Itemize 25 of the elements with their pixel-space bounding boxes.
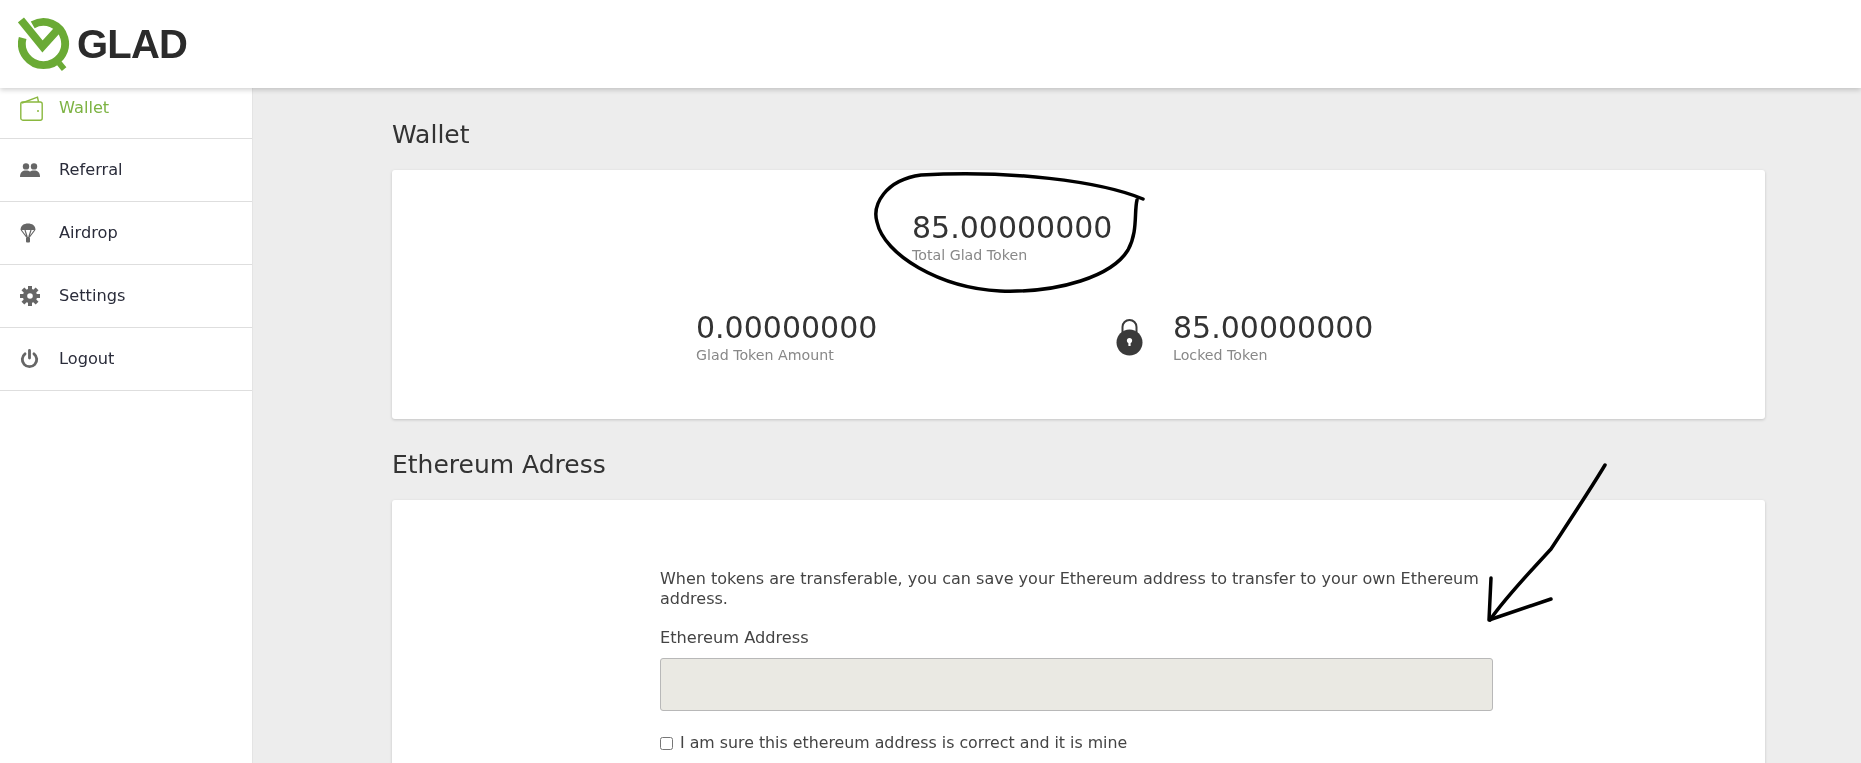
parachute-icon: [20, 223, 36, 243]
token-amount: 85.00000000: [1173, 310, 1374, 346]
confirm-label: I am sure this ethereum address is correct and it is mine: [680, 733, 1128, 753]
token-caption: Total Glad Token: [912, 246, 1028, 264]
field-label: Ethereum Address: [660, 628, 809, 648]
confirm-checkbox[interactable]: [660, 736, 673, 750]
token-amount: 0.00000000: [696, 310, 878, 346]
sidebar-item[interactable]: Referral: [0, 139, 252, 202]
people-icon: [20, 163, 40, 177]
token-caption: Glad Token Amount: [696, 346, 834, 364]
section-title: Ethereum Adress: [392, 450, 606, 480]
token-amount: 85.00000000: [912, 210, 1113, 246]
token-caption: Locked Token: [1173, 346, 1268, 364]
description-text: When tokens are transferable, you can save your Ethereum address to transfer to your own Ethereum address.: [660, 569, 1480, 609]
address-input-field[interactable]: [660, 658, 1493, 711]
sidebar-item[interactable]: Settings: [0, 265, 252, 328]
lock-icon: [1116, 318, 1143, 356]
power-icon: [20, 349, 39, 369]
check-ring-icon: [18, 17, 70, 71]
wallet-icon: [20, 95, 43, 121]
section-title: Wallet: [392, 120, 470, 150]
settings-icon: [20, 286, 40, 306]
sidebar-item[interactable]: Airdrop: [0, 202, 252, 265]
logo-text: GLAD: [77, 24, 188, 64]
sidebar-item[interactable]: Logout: [0, 328, 252, 391]
